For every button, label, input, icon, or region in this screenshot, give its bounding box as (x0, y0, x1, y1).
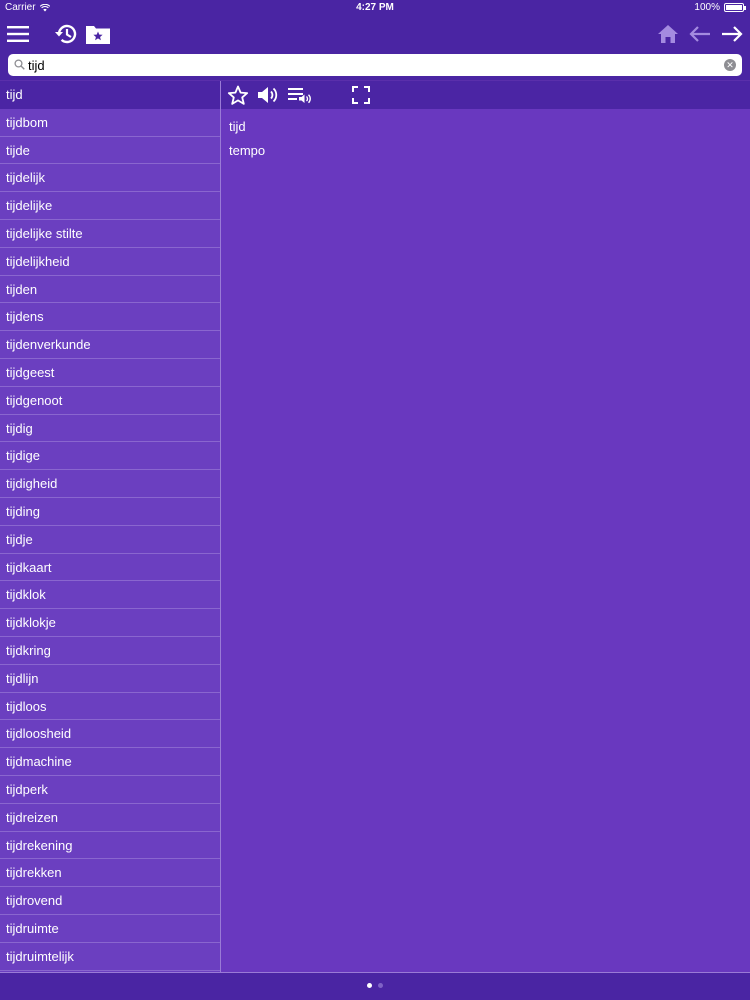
word-list-item[interactable]: tijdperk (0, 776, 220, 804)
search-input[interactable] (8, 54, 742, 76)
word-list-item[interactable]: tijdklokje (0, 609, 220, 637)
arrow-left-icon[interactable] (686, 20, 714, 48)
word-list-item[interactable]: tijdenverkunde (0, 331, 220, 359)
battery-indicator: 100% (694, 2, 746, 13)
speaker-icon[interactable] (255, 83, 281, 107)
word-list-item[interactable]: tijdmachine (0, 748, 220, 776)
search-bar: ✕ (0, 52, 750, 80)
playlist-audio-icon[interactable] (287, 83, 313, 107)
definition-pane: tijd tempo (221, 109, 750, 972)
history-clock-icon[interactable] (52, 20, 80, 48)
word-list-item[interactable]: tijdelijke stilte (0, 220, 220, 248)
word-list-item[interactable]: tijdrekken (0, 859, 220, 888)
word-list-item[interactable]: tijdruimtelijk (0, 943, 220, 971)
word-list-item[interactable]: tijdens (0, 303, 220, 332)
bottom-bar (0, 972, 750, 1000)
detail-headword: tijd (229, 119, 246, 134)
detail-toolbar (221, 81, 750, 109)
word-list-item[interactable]: tijdreizen (0, 804, 220, 832)
detail-translation: tempo (229, 143, 266, 158)
page-dot-active (367, 983, 372, 988)
hamburger-menu-icon[interactable] (4, 20, 32, 48)
word-list-item[interactable]: tijdlijn (0, 665, 220, 693)
battery-percent: 100% (694, 2, 720, 13)
word-list-item[interactable]: tijdje (0, 526, 220, 554)
word-list-item[interactable]: tijdgenoot (0, 387, 220, 415)
search-field: ✕ (8, 54, 742, 76)
clock: 4:27 PM (356, 2, 394, 13)
clear-search-icon[interactable]: ✕ (724, 59, 736, 71)
star-outline-icon[interactable] (225, 83, 251, 107)
battery-icon (724, 3, 746, 12)
word-list-item[interactable]: tijdelijke (0, 192, 220, 220)
arrow-right-icon[interactable] (718, 20, 746, 48)
word-list-item[interactable]: tijden (0, 276, 220, 304)
word-list-item[interactable]: tijd (0, 81, 220, 109)
search-icon (14, 59, 25, 70)
word-list-item[interactable]: tijdrekening (0, 832, 220, 860)
word-list-item[interactable]: tijdig (0, 415, 220, 443)
word-list-item[interactable]: tijdelijk (0, 164, 220, 193)
word-list-item[interactable]: tijdkaart (0, 554, 220, 582)
word-list-item[interactable]: tijdelijkheid (0, 248, 220, 276)
word-list-item[interactable]: tijdbom (0, 109, 220, 137)
nav-bar (0, 16, 750, 52)
word-list-item[interactable]: tijdige (0, 442, 220, 471)
word-list: tijd tijdbom tijde tijdelijk tijdelijke tijde… (0, 81, 220, 972)
word-list-item[interactable]: tijdklok (0, 581, 220, 610)
word-list-item[interactable]: tijdgeest (0, 359, 220, 387)
word-list-item[interactable]: tijdloos (0, 693, 220, 721)
word-list-item[interactable]: tijdruimte (0, 915, 220, 943)
word-list-item[interactable]: tijding (0, 498, 220, 526)
star-folder-icon[interactable] (84, 20, 112, 48)
status-bar: Carrier 4:27 PM 100% (0, 0, 750, 16)
page-dot-inactive (378, 983, 383, 988)
word-list-item[interactable]: tijdigheid (0, 470, 220, 498)
fullscreen-icon[interactable] (348, 83, 374, 107)
word-list-item[interactable]: tijdkring (0, 637, 220, 665)
word-list-item[interactable]: tijdloosheid (0, 720, 220, 749)
home-icon[interactable] (654, 20, 682, 48)
word-list-item[interactable]: tijde (0, 137, 220, 165)
page-indicator[interactable] (0, 983, 750, 988)
word-list-item[interactable]: tijdrovend (0, 887, 220, 915)
